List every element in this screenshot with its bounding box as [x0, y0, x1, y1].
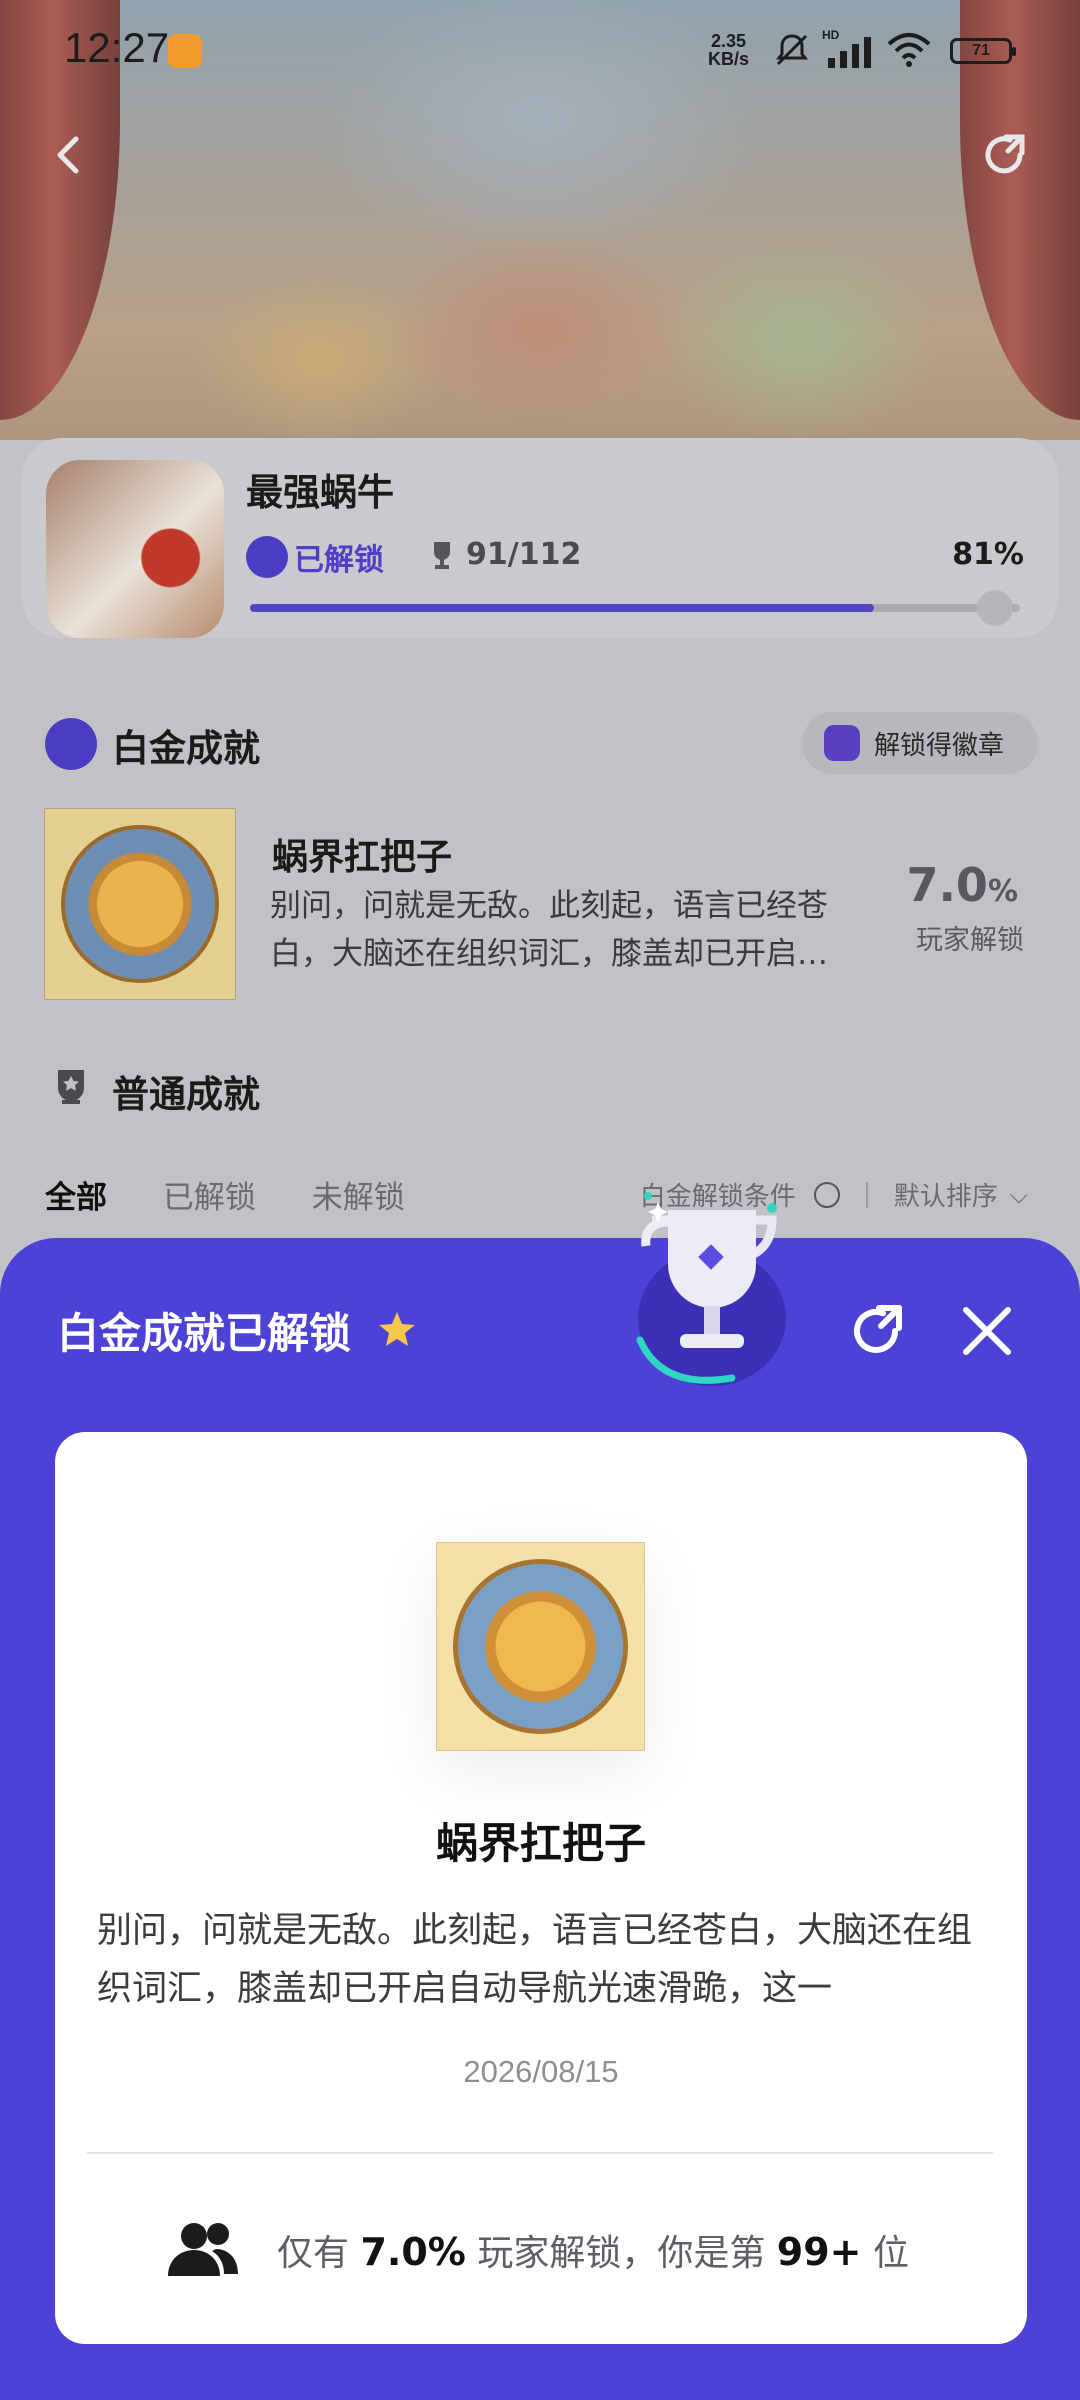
achievement-filter-tabs: 全部 已解锁 未解锁 [45, 1172, 451, 1217]
network-speed-value: 2.35 [710, 31, 747, 51]
achievement-count: 91/112 [430, 537, 581, 572]
game-icon [46, 460, 224, 638]
achievement-count-value: 91/112 [466, 537, 582, 572]
signal-icon [828, 37, 871, 68]
stat-prefix: 仅有 [277, 2233, 350, 2274]
platinum-unlock-percent-label: 玩家解锁 [916, 925, 1024, 956]
sheet-title: 白金成就已解锁 [57, 1309, 352, 1358]
stat-suffix: 位 [872, 2233, 909, 2274]
platinum-unlock-percent-value: 7.0 [906, 858, 988, 912]
trophy-icon [434, 541, 450, 569]
share-icon[interactable] [976, 125, 1036, 185]
sort-dropdown[interactable]: 默认排序 [894, 1176, 998, 1213]
platinum-medal-icon [45, 718, 97, 770]
progress-end-marker [977, 590, 1013, 626]
tab-unlocked[interactable]: 已解锁 [163, 1180, 256, 1216]
star-icon [379, 1312, 415, 1346]
users-icon [168, 2223, 238, 2276]
tab-locked[interactable]: 未解锁 [312, 1180, 405, 1216]
unlocked-status: 已解锁 [246, 535, 384, 579]
mute-bell-icon [776, 34, 808, 66]
achievement-detail-name: 蜗界扛把子 [435, 1819, 646, 1868]
battery-indicator: 71 [950, 38, 1016, 64]
game-name: 最强蜗牛 [246, 471, 394, 514]
achievement-detail-image [436, 1542, 645, 1751]
status-bar: 12:27 2.35 KB/s HD 71 [0, 0, 1080, 100]
stat-percent: 7.0% [360, 2230, 466, 2274]
progress-bar-fill [250, 604, 874, 612]
progress-percent: 81% [952, 537, 1024, 572]
stat-middle: 玩家解锁，你是第 [477, 2233, 766, 2274]
unlock-rank-statement: 仅有 7.0% 玩家解锁，你是第 99+ 位 [277, 2224, 909, 2276]
share-button[interactable] [843, 1298, 909, 1364]
back-arrow-icon[interactable] [40, 125, 100, 185]
platinum-achievement-name: 蜗界扛把子 [272, 837, 453, 878]
wifi-icon [887, 33, 931, 67]
platinum-section-title: 白金成就 [112, 727, 260, 770]
chevron-down-icon: ⌵ [1009, 1180, 1028, 1209]
unlocked-label: 已解锁 [294, 543, 384, 578]
unlock-badge-label: 解锁得徽章 [874, 730, 1005, 761]
achievement-detail-coin-art [453, 1559, 628, 1734]
tab-all[interactable]: 全部 [45, 1180, 107, 1216]
network-speed: 2.35 KB/s [708, 32, 749, 68]
unlock-medal-icon [246, 536, 288, 578]
achievement-detail-description: 别问，问就是无敌。此刻起，语言已经苍白，大脑还在组织词汇，膝盖却已开启自动导航光… [97, 1911, 973, 2009]
stat-rank: 99+ [776, 2230, 862, 2274]
normal-achievement-icon [58, 1070, 84, 1104]
filter-divider [865, 1181, 868, 1208]
progress-bar [250, 604, 1020, 612]
platinum-achievement-description: 别问，问就是无敌。此刻起，语言已经苍白，大脑还在组织词汇，膝盖却已开启… [270, 888, 828, 972]
trophy-icon [636, 1192, 786, 1386]
platinum-achievement-image[interactable] [44, 808, 236, 1000]
close-button[interactable] [958, 1302, 1016, 1360]
badge-icon [824, 725, 860, 761]
network-speed-unit: KB/s [708, 49, 750, 69]
unlock-date: 2026/08/15 [463, 2054, 619, 2089]
achievement-coin-art [61, 825, 219, 983]
card-divider [87, 2152, 993, 2154]
unlock-badge-button[interactable]: 解锁得徽章 [802, 712, 1038, 774]
notification-app-icon [168, 34, 202, 68]
normal-section-title: 普通成就 [112, 1073, 260, 1116]
platinum-condition-toggle[interactable] [813, 1181, 840, 1208]
status-time: 12:27 [64, 24, 170, 71]
platinum-unlock-percent-unit: % [987, 874, 1018, 909]
platinum-unlock-percent: 7.0% [906, 858, 1018, 912]
